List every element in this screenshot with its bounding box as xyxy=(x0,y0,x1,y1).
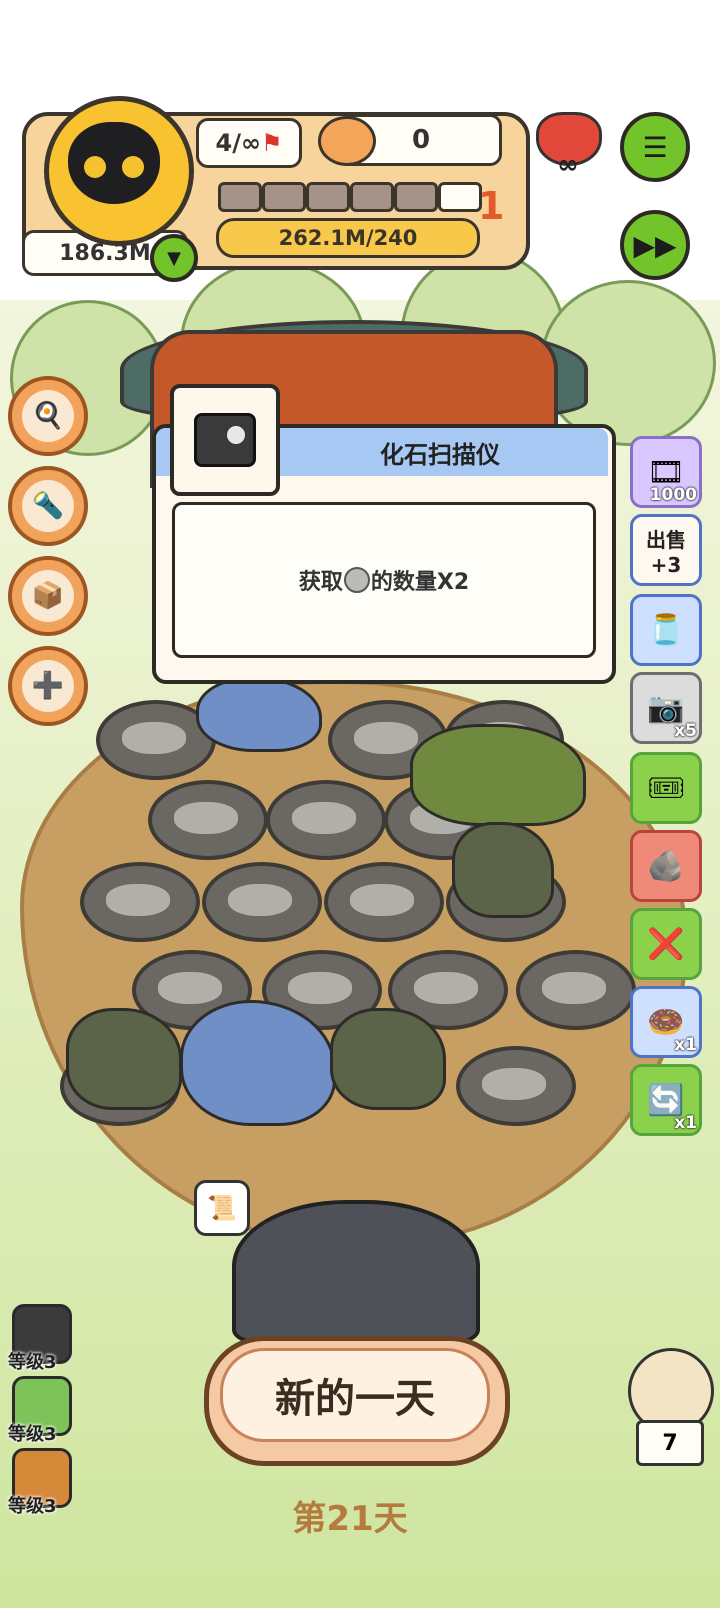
cancel-ticket-item[interactable]: ❌ xyxy=(630,908,702,980)
day-counter: 第21天 xyxy=(292,1498,408,1539)
fossil-spot[interactable] xyxy=(266,780,386,860)
owl-count: 7 xyxy=(636,1420,704,1466)
film-reel-item[interactable]: 🎞 1000 xyxy=(630,436,702,508)
popup-text-after: 的数量X2 xyxy=(370,570,470,595)
popup-text-before: 获取 xyxy=(298,570,343,595)
fossil-spot[interactable] xyxy=(202,862,322,942)
box-tool-button[interactable]: 📦 xyxy=(8,556,88,636)
xp-bar: 262.1M/240 xyxy=(216,218,480,258)
level-badge[interactable]: 等级3 xyxy=(8,1448,72,1518)
black-cat-icon xyxy=(68,122,160,204)
level-badge[interactable]: 等级3 xyxy=(8,1304,72,1374)
sell-label: 出售 xyxy=(646,527,686,552)
paw-icon xyxy=(84,156,106,178)
item-count: x5 xyxy=(674,721,697,741)
pan-tool-button[interactable]: 🍳 xyxy=(8,376,88,456)
ankylosaur-creature[interactable] xyxy=(410,724,586,826)
level-label: 等级3 xyxy=(8,1352,57,1373)
xp-segment-empty xyxy=(438,182,482,212)
medkit-icon: ➕ xyxy=(22,660,74,712)
player-level: 1 xyxy=(478,184,505,228)
raptor-creature[interactable] xyxy=(66,1008,182,1110)
flashlight-icon: 🔦 xyxy=(22,480,74,532)
sell-item[interactable]: 出售 +3 xyxy=(630,514,702,586)
fossil-scanner-icon xyxy=(170,384,280,496)
xp-segment xyxy=(306,182,350,212)
fossil-spot[interactable] xyxy=(148,780,268,860)
popup-description: 获取 的数量X2 xyxy=(172,502,596,658)
xp-segment xyxy=(218,182,262,212)
raptor-creature[interactable] xyxy=(452,822,554,918)
bowl-count-value: 0 xyxy=(411,125,431,155)
level-label: 等级3 xyxy=(8,1496,57,1517)
level-badge[interactable]: 等级3 xyxy=(8,1376,72,1446)
xp-segment xyxy=(262,182,306,212)
new-day-button[interactable]: 新的一天 xyxy=(220,1348,490,1442)
heart-down-icon[interactable]: ▼ xyxy=(150,234,198,282)
xp-segment xyxy=(350,182,394,212)
item-count: x1 xyxy=(674,1035,697,1055)
medkit-tool-button[interactable]: ➕ xyxy=(8,646,88,726)
sell-bonus: +3 xyxy=(650,552,682,577)
level-label: 等级3 xyxy=(8,1424,57,1445)
flag-icon: ⚑ xyxy=(260,129,283,157)
fossil-rock-item[interactable]: 🪨 xyxy=(630,830,702,902)
swap-ticket-item[interactable]: 🔄 x1 xyxy=(630,1064,702,1136)
item-count: x1 xyxy=(674,1113,697,1133)
ticket-refresh-item[interactable]: 🎟 xyxy=(630,752,702,824)
paw-icon xyxy=(122,156,144,178)
capacity-value: 4/∞ xyxy=(215,129,261,157)
certificate-icon[interactable]: 📜 xyxy=(194,1180,250,1236)
bear-character[interactable] xyxy=(232,1200,480,1344)
raptor-creature[interactable] xyxy=(330,1008,446,1110)
food-bowl-icon xyxy=(318,116,376,166)
pan-icon: 🍳 xyxy=(22,390,74,442)
xp-segment xyxy=(394,182,438,212)
flashlight-tool-button[interactable]: 🔦 xyxy=(8,466,88,546)
item-count: 1000 xyxy=(649,485,697,505)
fossil-spot[interactable] xyxy=(324,862,444,942)
fossil-spot[interactable] xyxy=(80,862,200,942)
capacity-display: 4/∞ ⚑ xyxy=(196,118,302,168)
menu-icon[interactable]: ☰ xyxy=(620,112,690,182)
fast-forward-icon[interactable]: ▶▶ xyxy=(620,210,690,280)
popup-title: 化石扫描仪 xyxy=(380,440,500,469)
fossil-coin-icon xyxy=(343,567,370,593)
fossil-spot[interactable] xyxy=(516,950,636,1030)
jar-item[interactable]: 🫙 xyxy=(630,594,702,666)
donut-item[interactable]: 🍩 x1 xyxy=(630,986,702,1058)
fossil-spot[interactable] xyxy=(456,1046,576,1126)
box-icon: 📦 xyxy=(22,570,74,622)
fossil-scanner-item[interactable]: 📷 x5 xyxy=(630,672,702,744)
infinite-label: ∞ xyxy=(557,150,579,180)
